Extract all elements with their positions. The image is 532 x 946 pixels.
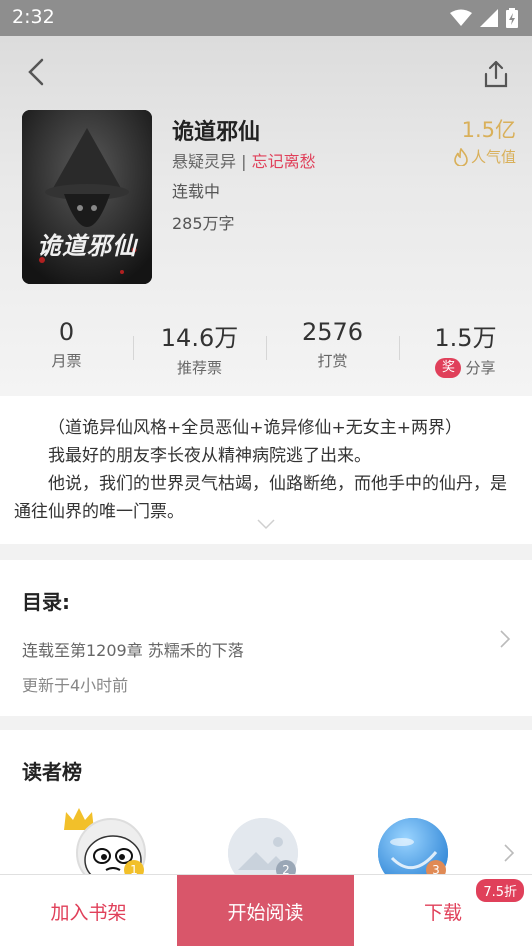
popularity-label-row: 人气值 [454,146,516,167]
share-icon[interactable] [480,58,512,90]
book-word-count: 285万字 [172,214,235,233]
toc-chevron-icon[interactable] [498,628,512,650]
stat-recommend-ticket[interactable]: 14.6万 推荐票 [133,318,266,384]
cover-title: 诡道邪仙 [37,231,137,260]
add-to-shelf-button[interactable]: 加入书架 [0,875,177,946]
stat-monthly-ticket[interactable]: 0 月票 [0,318,133,384]
expand-chevron-icon[interactable] [256,518,276,530]
stat-label: 分享 [465,359,496,377]
signal-icon [480,9,498,27]
book-cover[interactable]: 诡道邪仙 [22,110,152,284]
description-line: （道诡异仙风格+全员恶仙+诡异修仙+无女主+两界） [48,418,462,438]
back-arrow-icon[interactable] [24,56,52,88]
stat-label: 打赏 [317,352,348,370]
book-author[interactable]: 忘记离愁 [252,152,316,171]
stat-value: 1.5万 [434,324,497,352]
stat-tip[interactable]: 2576 打赏 [266,318,399,384]
stat-share[interactable]: 1.5万 奖 分享 [399,318,532,384]
status-icons [450,8,518,28]
toc-latest-chapter[interactable]: 连载至第1209章 苏糯禾的下落 [22,637,244,661]
description-line: 我最好的朋友李长夜从精神病院逃了出来。 [48,446,371,466]
stat-value: 0 [58,318,75,346]
stat-value: 2576 [301,318,364,346]
popularity-label: 人气值 [470,148,516,166]
start-reading-button[interactable]: 开始阅读 [177,875,354,946]
wifi-icon [450,9,472,26]
status-time: 2:32 [12,6,55,28]
battery-icon [506,8,518,28]
book-title: 诡道邪仙 [172,120,261,145]
reward-badge: 奖 [435,357,462,378]
stat-label: 推荐票 [176,359,222,377]
popularity: 1.5亿 人气值 [454,114,516,167]
popularity-value: 1.5亿 [461,118,516,142]
book-meta: 悬疑灵异 | 忘记离愁 [172,148,316,172]
readers-heading: 读者榜 [22,760,82,784]
download-label: 下载 [423,901,462,924]
stat-value: 14.6万 [160,324,239,352]
book-genre[interactable]: 悬疑灵异 [172,152,236,171]
bottom-action-bar: 加入书架 开始阅读 下载 7.5折 [0,874,532,946]
meta-separator: | [241,152,247,171]
readers-chevron-icon[interactable] [502,842,516,864]
download-button[interactable]: 下载 7.5折 [354,875,532,946]
stat-label: 月票 [51,352,82,370]
stats-row: 0 月票 14.6万 推荐票 2576 打赏 1.5万 奖 分享 [0,318,532,384]
flame-icon [454,147,468,166]
book-status: 连载中 [172,182,221,201]
status-bar: 2:32 [0,0,532,36]
toc-updated: 更新于4小时前 [22,676,129,695]
discount-badge: 7.5折 [476,879,524,902]
toc-heading: 目录: [22,590,70,614]
